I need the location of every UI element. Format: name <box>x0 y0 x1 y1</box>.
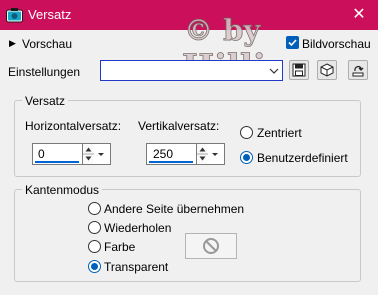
offset-group <box>14 100 361 177</box>
andere-seite-label[interactable]: Andere Seite übernehmen <box>104 202 244 216</box>
preview-toggle[interactable]: Vorschau <box>22 37 72 51</box>
horizontal-offset-label: Horizontalversatz: <box>25 119 122 133</box>
vertical-offset-label: Vertikalversatz: <box>138 119 220 133</box>
settings-combobox[interactable] <box>100 60 283 81</box>
no-color-icon <box>203 238 219 254</box>
horizontal-offset-dropdown[interactable] <box>96 144 106 164</box>
window-title: Versatz <box>28 7 72 22</box>
reset-icon <box>352 65 364 77</box>
horizontal-offset-value[interactable]: 0 <box>38 147 45 161</box>
benutzerdefiniert-label[interactable]: Benutzerdefiniert <box>257 151 348 165</box>
wiederholen-label[interactable]: Wiederholen <box>104 221 171 235</box>
settings-label: Einstellungen <box>8 65 81 79</box>
wiederholen-radio[interactable] <box>88 221 101 234</box>
offset-group-title: Versatz <box>22 94 69 108</box>
vertical-offset-focus-line <box>149 161 193 163</box>
edge-mode-group-title: Kantenmodus <box>22 183 103 197</box>
color-swatch[interactable] <box>185 233 237 259</box>
farbe-label[interactable]: Farbe <box>104 240 135 254</box>
zentriert-label[interactable]: Zentriert <box>257 126 302 140</box>
bildvorschau-label[interactable]: Bildvorschau <box>302 37 371 51</box>
chevron-down-icon <box>98 153 104 156</box>
cube-icon <box>320 63 334 77</box>
stepper-arrows-icon <box>83 147 94 161</box>
svg-text:© by: © by <box>184 13 261 47</box>
load-preset-button[interactable] <box>317 60 337 80</box>
farbe-radio[interactable] <box>88 240 101 253</box>
transparent-label[interactable]: Transparent <box>104 260 168 274</box>
transparent-radio[interactable] <box>88 260 101 273</box>
expand-arrow-icon[interactable]: ▶ <box>9 38 16 49</box>
horizontal-offset-focus-line <box>35 161 79 163</box>
vertical-offset-dropdown[interactable] <box>210 144 220 164</box>
close-icon[interactable]: ✕ <box>349 5 369 25</box>
zentriert-radio[interactable] <box>240 126 253 139</box>
bildvorschau-checkbox[interactable] <box>286 36 299 49</box>
horizontal-offset-stepper[interactable] <box>82 144 94 164</box>
stepper-arrows-icon <box>197 147 208 161</box>
chevron-down-icon <box>212 153 218 156</box>
save-preset-button[interactable] <box>289 60 309 80</box>
psp-camera-icon <box>6 7 23 23</box>
vertical-offset-stepper[interactable] <box>196 144 208 164</box>
chevron-down-icon[interactable] <box>267 62 281 79</box>
vertical-offset-value[interactable]: 250 <box>153 147 173 161</box>
benutzerdefiniert-radio[interactable] <box>240 151 253 164</box>
floppy-disk-icon <box>292 63 306 77</box>
reset-button[interactable] <box>348 60 368 80</box>
andere-seite-radio[interactable] <box>88 202 101 215</box>
